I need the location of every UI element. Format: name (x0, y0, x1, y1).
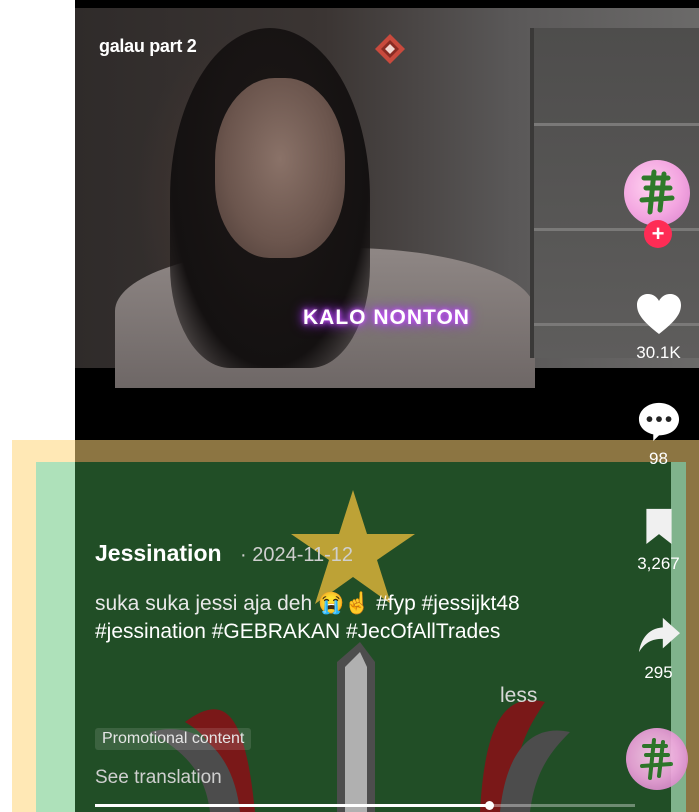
video-progress-fill (95, 804, 490, 807)
music-disc-logo-icon (640, 738, 673, 780)
bookmark-icon (645, 508, 672, 544)
share-count: 295 (644, 663, 673, 682)
less-button[interactable]: less (500, 684, 537, 708)
like-count: 30.1K (636, 343, 681, 362)
heart-icon (636, 294, 681, 334)
creator-avatar-logo-icon (639, 169, 675, 215)
see-translation-link[interactable]: See translation (95, 767, 222, 789)
action-rail: + 30.1K 98 3,267 295 (618, 0, 699, 812)
caption-text: suka suka jessi aja deh 😭☝️ (95, 592, 371, 615)
creator-logo-icon (375, 34, 405, 64)
video-person-face (215, 78, 345, 258)
follow-button[interactable]: + (644, 220, 672, 248)
video-title: galau part 2 (99, 36, 197, 56)
video-overlay-text: KALO NONTON (303, 306, 470, 329)
bookmark-count: 3,267 (637, 554, 680, 573)
caption-date: · 2024-11-12 (240, 544, 354, 566)
like-button[interactable]: 30.1K (618, 292, 699, 363)
promotional-content-badge: Promotional content (95, 728, 252, 750)
video-progress-bar[interactable] (95, 801, 635, 810)
comment-count: 98 (649, 449, 668, 468)
music-disc[interactable] (626, 728, 688, 790)
share-arrow-icon (638, 617, 680, 653)
comment-icon (638, 402, 679, 442)
caption-username[interactable]: Jessination (95, 540, 222, 567)
comment-button[interactable]: 98 (618, 400, 699, 469)
creator-avatar[interactable] (624, 160, 690, 226)
caption-description: suka suka jessi aja deh 😭☝️ #fyp #jessij… (95, 590, 565, 646)
share-button[interactable]: 295 (618, 614, 699, 683)
bookmark-button[interactable]: 3,267 (618, 505, 699, 574)
